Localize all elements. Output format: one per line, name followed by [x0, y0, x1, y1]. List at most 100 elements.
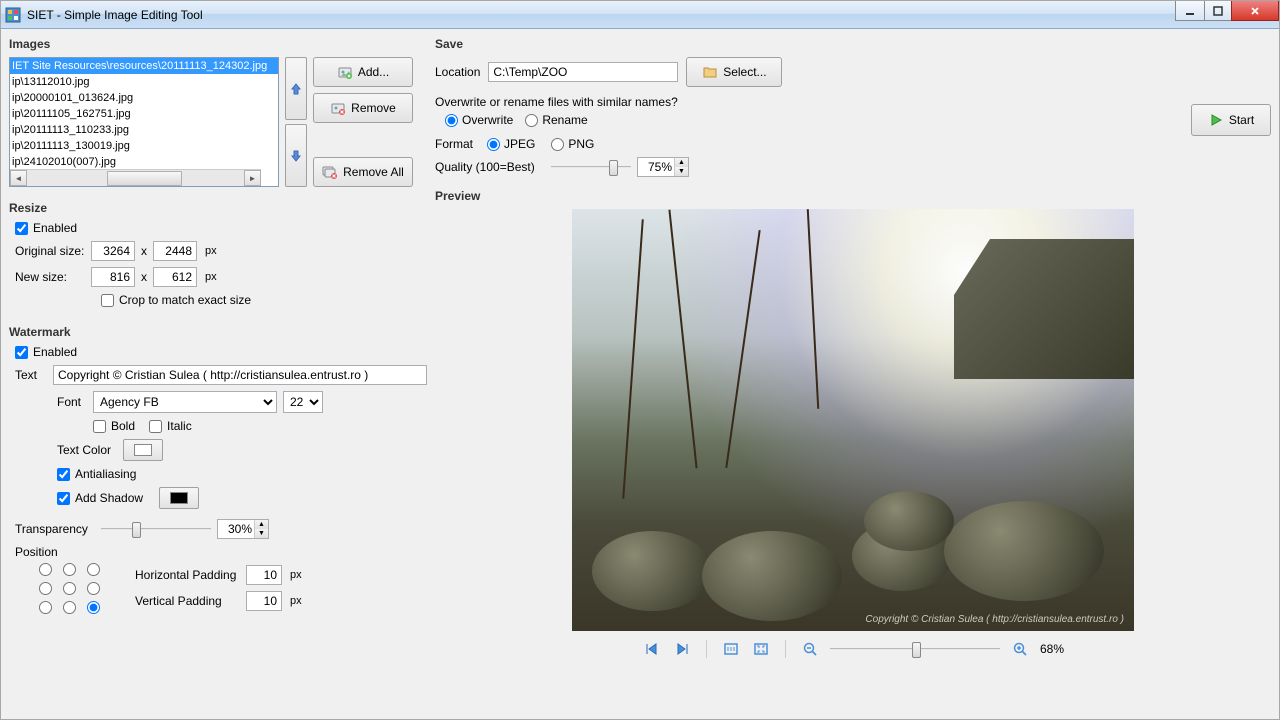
rename-radio[interactable]	[525, 114, 538, 127]
quality-value[interactable]	[638, 158, 674, 176]
zoom-out-button[interactable]	[800, 639, 820, 659]
vpad-field[interactable]	[246, 591, 282, 611]
images-title: Images	[9, 37, 427, 51]
watermark-enabled-checkbox[interactable]	[15, 346, 28, 359]
position-radio-0[interactable]	[39, 563, 52, 576]
remove-label: Remove	[351, 101, 396, 115]
close-button[interactable]	[1231, 1, 1279, 21]
fit-screen-button[interactable]	[751, 639, 771, 659]
orig-width-field[interactable]	[91, 241, 135, 261]
remove-button[interactable]: Remove	[313, 93, 413, 123]
zoom-in-button[interactable]	[1010, 639, 1030, 659]
bold-checkbox[interactable]	[93, 420, 106, 433]
new-height-field[interactable]	[153, 267, 197, 287]
textcolor-swatch	[134, 444, 152, 456]
add-button[interactable]: Add...	[313, 57, 413, 87]
transparency-slider[interactable]	[101, 520, 211, 538]
position-radio-4[interactable]	[63, 582, 76, 595]
px-label: px	[290, 569, 302, 581]
transparency-value[interactable]	[218, 520, 254, 538]
scroll-right-button[interactable]: ►	[244, 170, 261, 186]
position-radio-2[interactable]	[87, 563, 100, 576]
spin-up[interactable]: ▲	[254, 520, 268, 529]
slider-thumb[interactable]	[609, 160, 618, 176]
remove-all-button[interactable]: Remove All	[313, 157, 413, 187]
select-label: Select...	[723, 65, 766, 79]
list-item[interactable]: ip\20111113_110233.jpg	[10, 122, 278, 138]
resize-title: Resize	[9, 201, 427, 215]
overwrite-radio[interactable]	[445, 114, 458, 127]
shadow-checkbox[interactable]	[57, 492, 70, 505]
position-grid	[39, 563, 105, 614]
resize-enabled-label: Enabled	[33, 221, 77, 235]
position-radio-6[interactable]	[39, 601, 52, 614]
scroll-left-button[interactable]: ◄	[10, 170, 27, 186]
position-radio-8[interactable]	[87, 601, 100, 614]
titlebar[interactable]: SIET - Simple Image Editing Tool	[1, 1, 1279, 29]
save-title: Save	[435, 37, 1271, 51]
jpeg-radio[interactable]	[487, 138, 500, 151]
images-section: Images IET Site Resources\resources\2011…	[9, 37, 427, 187]
start-button[interactable]: Start	[1191, 104, 1271, 136]
spin-down[interactable]: ▼	[674, 167, 688, 176]
antialias-checkbox[interactable]	[57, 468, 70, 481]
last-image-button[interactable]	[672, 639, 692, 659]
location-field[interactable]	[488, 62, 678, 82]
horizontal-scrollbar[interactable]: ◄ ►	[10, 169, 261, 186]
preview-image: Copyright © Cristian Sulea ( http://cris…	[572, 209, 1134, 631]
textcolor-button[interactable]	[123, 439, 163, 461]
position-radio-5[interactable]	[87, 582, 100, 595]
list-item[interactable]: ip\20111105_162751.jpg	[10, 106, 278, 122]
quality-slider[interactable]	[551, 158, 631, 176]
textcolor-label: Text Color	[57, 443, 117, 457]
px-label: px	[205, 245, 217, 257]
crop-checkbox[interactable]	[101, 294, 114, 307]
watermark-text-field[interactable]	[53, 365, 427, 385]
png-radio[interactable]	[551, 138, 564, 151]
shadowcolor-swatch	[170, 492, 188, 504]
shadowcolor-button[interactable]	[159, 487, 199, 509]
actual-size-button[interactable]	[721, 639, 741, 659]
watermark-section: Watermark Enabled Text Font Agency FB 22…	[9, 325, 427, 614]
quality-spinner[interactable]: ▲▼	[637, 157, 689, 177]
list-item[interactable]: ip\13112010.jpg	[10, 74, 278, 90]
resize-enabled-checkbox[interactable]	[15, 222, 28, 235]
italic-checkbox[interactable]	[149, 420, 162, 433]
watermark-title: Watermark	[9, 325, 427, 339]
zoom-slider[interactable]	[830, 640, 1000, 658]
new-width-field[interactable]	[91, 267, 135, 287]
hpad-field[interactable]	[246, 565, 282, 585]
scroll-thumb[interactable]	[107, 171, 182, 186]
maximize-button[interactable]	[1204, 1, 1232, 21]
slider-thumb[interactable]	[132, 522, 141, 538]
spin-down[interactable]: ▼	[254, 529, 268, 538]
slider-thumb[interactable]	[912, 642, 921, 658]
minimize-button[interactable]	[1175, 1, 1205, 21]
spin-up[interactable]: ▲	[674, 158, 688, 167]
list-item[interactable]: ip\20111113_130019.jpg	[10, 138, 278, 154]
antialias-label: Antialiasing	[75, 467, 136, 481]
start-label: Start	[1229, 113, 1254, 127]
crop-label: Crop to match exact size	[119, 293, 251, 307]
images-listbox[interactable]: IET Site Resources\resources\20111113_12…	[9, 57, 279, 187]
position-radio-1[interactable]	[63, 563, 76, 576]
list-item[interactable]: ip\20000101_013624.jpg	[10, 90, 278, 106]
move-up-button[interactable]	[285, 57, 307, 120]
first-image-button[interactable]	[642, 639, 662, 659]
font-combo[interactable]: Agency FB	[93, 391, 277, 413]
remove-all-label: Remove All	[343, 165, 404, 179]
transparency-spinner[interactable]: ▲▼	[217, 519, 269, 539]
select-button[interactable]: Select...	[686, 57, 782, 87]
position-radio-7[interactable]	[63, 601, 76, 614]
fontsize-combo[interactable]: 22	[283, 391, 323, 413]
orig-size-label: Original size:	[15, 244, 85, 258]
zoom-value: 68%	[1040, 642, 1064, 656]
add-label: Add...	[358, 65, 389, 79]
resize-section: Resize Enabled Original size: x px New s…	[9, 201, 427, 313]
overwrite-question: Overwrite or rename files with similar n…	[435, 95, 1171, 109]
position-radio-3[interactable]	[39, 582, 52, 595]
move-down-button[interactable]	[285, 124, 307, 187]
orig-height-field[interactable]	[153, 241, 197, 261]
list-item[interactable]: IET Site Resources\resources\20111113_12…	[10, 58, 278, 74]
list-item[interactable]: ip\24102010(007).jpg	[10, 154, 278, 170]
